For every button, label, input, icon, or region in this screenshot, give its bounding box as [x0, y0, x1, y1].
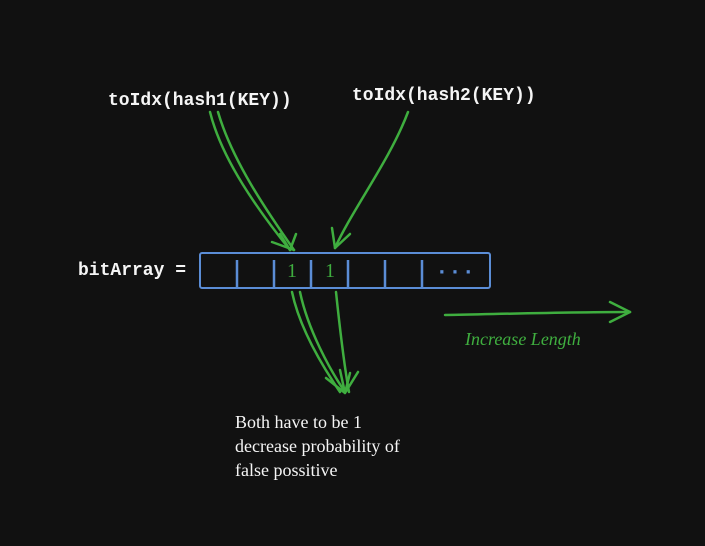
bit-cell-3: 1	[287, 260, 297, 282]
increase-length-label: Increase Length	[464, 329, 581, 349]
arrow-to-explanation	[292, 292, 358, 393]
bitarray-label: bitArray =	[78, 261, 186, 281]
svg-text:false possitive: false possitive	[235, 460, 337, 480]
explanation-text: Both have to be 1 decrease probability o…	[235, 412, 400, 480]
svg-text:Both have to be 1: Both have to be 1	[235, 412, 362, 432]
increase-length-arrow	[445, 302, 630, 322]
svg-text:decrease probability of: decrease probability of	[235, 436, 400, 456]
arrow-hash2	[332, 112, 408, 248]
bit-ellipsis: ...	[435, 256, 475, 281]
hash2-label: toIdx(hash2(KEY))	[352, 86, 536, 106]
hash1-label: toIdx(hash1(KEY))	[108, 91, 292, 111]
bit-array: 1 1 ...	[200, 253, 490, 288]
bit-cell-4: 1	[325, 260, 335, 282]
arrow-hash1	[210, 112, 296, 250]
